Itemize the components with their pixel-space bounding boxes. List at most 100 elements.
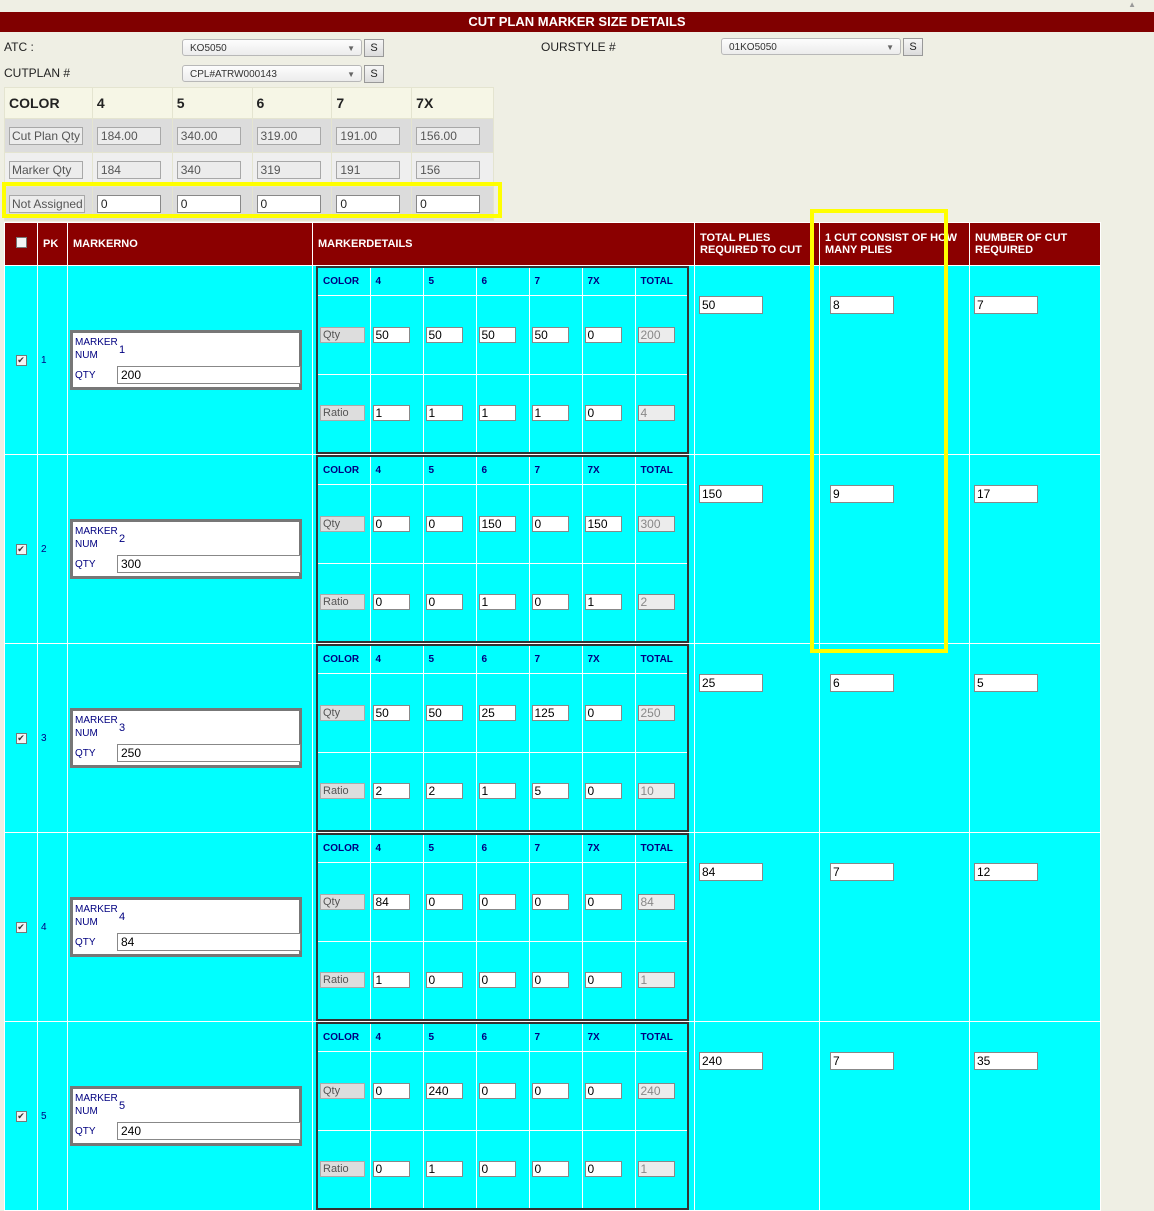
detail-qty-input[interactable]: 0 (372, 515, 410, 532)
detail-ratio-input[interactable]: 1 (372, 405, 410, 422)
one-cut-plies-input[interactable]: 6 (830, 674, 894, 692)
size-header: 4 (91, 87, 173, 119)
detail-qty-input[interactable]: 0 (478, 1082, 516, 1099)
detail-ratio-input[interactable]: 0 (531, 1161, 569, 1178)
cut-plan-qty-value: 184.00 (96, 126, 161, 145)
number-of-cut-input[interactable]: 12 (974, 863, 1038, 881)
detail-ratio-input[interactable]: 1 (425, 1161, 463, 1178)
detail-qty-input[interactable]: 0 (531, 893, 569, 910)
detail-size-header: 5 (422, 455, 477, 485)
row-checkbox[interactable]: ✔ (15, 354, 27, 366)
select-all-checkbox[interactable] (15, 237, 27, 248)
detail-total-header: TOTAL (634, 455, 689, 485)
detail-ratio-input[interactable]: 0 (425, 972, 463, 989)
detail-ratio-input[interactable]: 1 (584, 594, 622, 611)
detail-qty-input[interactable]: 50 (425, 704, 463, 721)
marker-qty-value: 156 (416, 160, 481, 179)
atc-select[interactable]: KO5050 ▼ (182, 39, 362, 56)
detail-qty-input[interactable]: 150 (584, 515, 622, 532)
marker-qty-input[interactable]: 300 (117, 555, 301, 573)
detail-qty-input[interactable]: 0 (584, 893, 622, 910)
detail-ratio-label: Ratio (320, 594, 365, 611)
detail-qty-input[interactable]: 0 (531, 515, 569, 532)
row-checkbox[interactable]: ✔ (15, 732, 27, 744)
total-plies-input[interactable]: 25 (699, 674, 763, 692)
detail-ratio-input[interactable]: 1 (478, 594, 516, 611)
marker-label: MARKER (75, 1093, 118, 1104)
detail-qty-input[interactable]: 0 (584, 1082, 622, 1099)
number-of-cut-input[interactable]: 35 (974, 1052, 1038, 1070)
detail-ratio-input[interactable]: 0 (531, 594, 569, 611)
detail-total-header: TOTAL (634, 644, 689, 674)
number-of-cut-input[interactable]: 7 (974, 296, 1038, 314)
detail-ratio-input[interactable]: 1 (478, 783, 516, 800)
markerdetails-header: MARKERDETAILS (312, 222, 695, 266)
detail-qty-input[interactable]: 0 (531, 1082, 569, 1099)
marker-qty-input[interactable]: 250 (117, 744, 301, 762)
detail-qty-input[interactable]: 50 (425, 326, 463, 343)
detail-qty-input[interactable]: 0 (425, 893, 463, 910)
marker-label: MARKER (75, 904, 118, 915)
detail-ratio-input[interactable]: 1 (372, 972, 410, 989)
marker-qty-input[interactable]: 200 (117, 366, 301, 384)
cutplan-select[interactable]: CPL#ATRW000143 ▼ (182, 65, 362, 82)
detail-ratio-input[interactable]: 2 (425, 783, 463, 800)
total-plies-input[interactable]: 50 (699, 296, 763, 314)
marker-qty-input[interactable]: 84 (117, 933, 301, 951)
marker-num-value: 3 (119, 722, 126, 734)
detail-total-header: TOTAL (634, 1022, 689, 1052)
detail-ratio-input[interactable]: 2 (372, 783, 410, 800)
atc-search-button[interactable]: S (364, 39, 384, 57)
detail-size-header: 5 (422, 644, 477, 674)
detail-qty-input[interactable]: 0 (372, 1082, 410, 1099)
detail-ratio-input[interactable]: 0 (584, 1161, 622, 1178)
detail-ratio-input[interactable]: 0 (478, 972, 516, 989)
detail-qty-input[interactable]: 150 (478, 515, 516, 532)
detail-ratio-input[interactable]: 1 (531, 405, 569, 422)
marker-row: ✔ 3 MARKER NUM 3 QTY 250 COLOR 4 5 6 7 7X TOT… (4, 643, 1101, 833)
number-of-cut-input[interactable]: 17 (974, 485, 1038, 503)
detail-ratio-input[interactable]: 1 (478, 405, 516, 422)
cut-plan-qty-value: 191.00 (336, 126, 401, 145)
detail-qty-input[interactable]: 0 (478, 893, 516, 910)
cutplan-search-button[interactable]: S (364, 65, 384, 83)
detail-ratio-input[interactable]: 1 (425, 405, 463, 422)
marker-qty-input[interactable]: 240 (117, 1122, 301, 1140)
detail-ratio-input[interactable]: 0 (531, 972, 569, 989)
detail-qty-input[interactable]: 0 (584, 704, 622, 721)
detail-qty-input[interactable]: 84 (372, 893, 410, 910)
scroll-up-icon[interactable]: ▲ (1128, 0, 1136, 9)
detail-qty-input[interactable]: 125 (531, 704, 569, 721)
marker-label: MARKER (75, 715, 118, 726)
detail-ratio-input[interactable]: 0 (584, 405, 622, 422)
detail-qty-input[interactable]: 50 (531, 326, 569, 343)
detail-qty-input[interactable]: 0 (425, 515, 463, 532)
detail-qty-input[interactable]: 0 (584, 326, 622, 343)
number-of-cut-input[interactable]: 5 (974, 674, 1038, 692)
detail-size-header: 7X (581, 455, 636, 485)
detail-ratio-input[interactable]: 0 (372, 594, 410, 611)
detail-qty-input[interactable]: 50 (372, 704, 410, 721)
detail-qty-input[interactable]: 50 (372, 326, 410, 343)
row-checkbox[interactable]: ✔ (15, 543, 27, 555)
detail-ratio-input[interactable]: 0 (478, 1161, 516, 1178)
total-plies-input[interactable]: 150 (699, 485, 763, 503)
detail-ratio-input[interactable]: 0 (584, 972, 622, 989)
total-plies-input[interactable]: 84 (699, 863, 763, 881)
one-cut-plies-input[interactable]: 7 (830, 1052, 894, 1070)
detail-qty-input[interactable]: 25 (478, 704, 516, 721)
row-checkbox[interactable]: ✔ (15, 921, 27, 933)
detail-qty-input[interactable]: 240 (425, 1082, 463, 1099)
total-plies-input[interactable]: 240 (699, 1052, 763, 1070)
ourstyle-select[interactable]: 01KO5050 ▼ (721, 38, 901, 55)
detail-ratio-input[interactable]: 0 (425, 594, 463, 611)
marker-qty-value: 319 (256, 160, 321, 179)
detail-size-header: 7X (581, 1022, 636, 1052)
detail-ratio-input[interactable]: 0 (584, 783, 622, 800)
ourstyle-search-button[interactable]: S (903, 38, 923, 56)
row-checkbox[interactable]: ✔ (15, 1110, 27, 1122)
one-cut-plies-input[interactable]: 7 (830, 863, 894, 881)
detail-qty-input[interactable]: 50 (478, 326, 516, 343)
detail-ratio-input[interactable]: 5 (531, 783, 569, 800)
detail-ratio-input[interactable]: 0 (372, 1161, 410, 1178)
